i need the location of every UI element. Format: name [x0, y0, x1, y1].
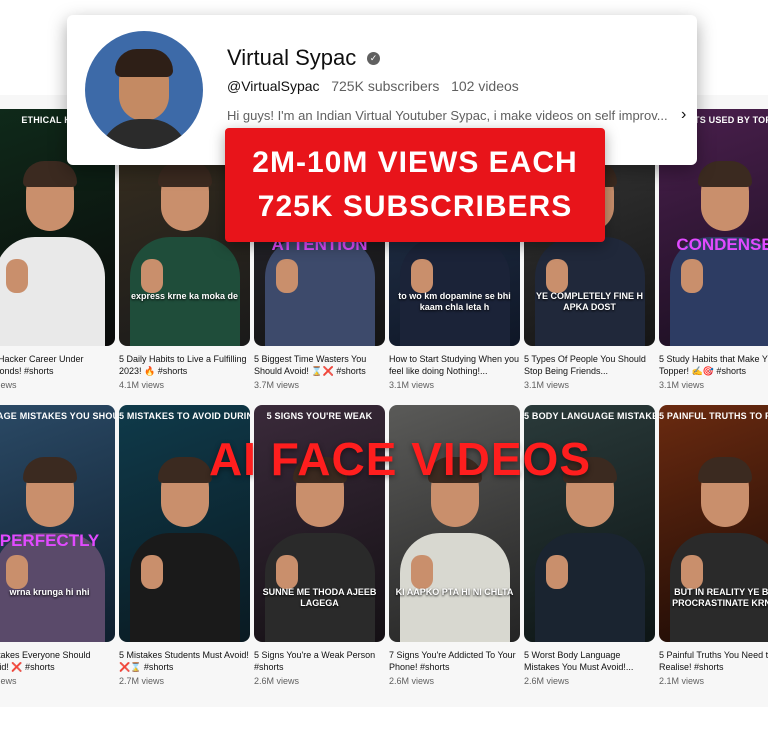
short-title[interactable]: 5 Daily Habits to Live a Fulfilling 2023… [119, 353, 250, 377]
short-title[interactable]: 5 Worst Body Language Mistakes You Must … [524, 649, 655, 673]
short-views: 2.6M views [389, 676, 435, 686]
channel-avatar[interactable] [85, 31, 203, 149]
thumbnail-tag: 5 MISTAKES TO AVOID DURING EXAMS [119, 411, 250, 421]
thumbnail-tag: 5 PAINFUL TRUTHS TO REAL [659, 411, 768, 421]
short-title[interactable]: 5 Types Of People You Should Stop Being … [524, 353, 655, 377]
person-hand [141, 555, 163, 589]
short-title[interactable]: 5 Study Habits that Make Y a Topper! ✍️🎯… [659, 353, 768, 377]
thumbnail-caption: YE COMPLETELY FINE H APKA DOST [535, 291, 644, 313]
subscriber-count: 725K subscribers [331, 78, 440, 94]
thumbnail-caption: to wo km dopamine se bhi kaam chla leta … [398, 291, 511, 313]
short-title[interactable]: 5 Biggest Time Wasters You Should Avoid!… [254, 353, 385, 377]
short-title[interactable]: 7 Signs You're Addicted To Your Phone! #… [389, 649, 520, 673]
short-title[interactable]: 5 Signs You're a Weak Person #shorts [254, 649, 385, 673]
person-hand [276, 259, 298, 293]
thumbnail-big-word: CONDENSE [676, 235, 768, 254]
channel-meta: @VirtualSypac 725K subscribers 102 video… [227, 78, 519, 94]
thumbnail-caption: express krne ka moka de [130, 291, 239, 301]
short-views: 2.7M views [119, 676, 165, 686]
thumbnail-tag: ENAGE MISTAKES YOU SHOULD AVOID [0, 411, 115, 421]
person-hand [411, 259, 433, 293]
short-card[interactable]: 5 PAINFUL TRUTHS TO REAL BUT IN REALITY Y… [659, 405, 768, 686]
person-hand [6, 259, 28, 293]
person-hair [22, 457, 77, 483]
short-thumbnail[interactable]: 5 PAINFUL TRUTHS TO REAL BUT IN REALITY Y… [659, 405, 768, 642]
promo-banner: 2M-10M VIEWS EACH 725K SUBSCRIBERS [225, 128, 605, 242]
short-views: 3.7M views [254, 380, 300, 390]
person-hand [411, 555, 433, 589]
short-title[interactable]: 5 Mistakes Students Must Avoid! ❌⌛ #shor… [119, 649, 250, 673]
person-hand [681, 259, 703, 293]
video-count: 102 videos [451, 78, 519, 94]
channel-name: Virtual Sypac [227, 45, 357, 70]
chevron-right-icon[interactable]: › [681, 106, 686, 124]
person-hair [697, 457, 752, 483]
banner-line-1: 2M-10M VIEWS EACH [252, 146, 578, 179]
thumbnail-caption: KI AAPKO PTA HI NI CHLTA [395, 587, 514, 597]
banner-line-2: 725K SUBSCRIBERS [257, 190, 573, 223]
short-title[interactable]: 5 Painful Truths You Need t Realise! #sh… [659, 649, 768, 673]
short-views: M views [0, 380, 17, 390]
short-card[interactable]: ENAGE MISTAKES YOU SHOULD AVOID PERFECTLY… [0, 405, 115, 686]
person-hand [546, 555, 568, 589]
short-thumbnail[interactable]: ENAGE MISTAKES YOU SHOULD AVOID PERFECTLY… [0, 405, 115, 642]
short-views: M views [0, 676, 17, 686]
person-hand [276, 555, 298, 589]
thumbnail-tag: 5 BODY LANGUAGE MISTAKES TO AVOID [524, 411, 655, 421]
short-title[interactable]: Mistakes Everyone Should Avoid! ❌ #short… [0, 649, 115, 673]
person-hand [6, 555, 28, 589]
short-title[interactable]: How to Start Studying When you feel like… [389, 353, 520, 377]
short-views: 2.1M views [659, 676, 705, 686]
person-hand [681, 555, 703, 589]
verified-check-icon: ✓ [367, 52, 380, 65]
person-hand [141, 259, 163, 293]
short-views: 3.1M views [524, 380, 570, 390]
short-views: 4.1M views [119, 380, 165, 390]
short-views: 3.1M views [389, 380, 435, 390]
short-views: 2.6M views [254, 676, 300, 686]
channel-description[interactable]: Hi guys! I'm an Indian Virtual Youtuber … [227, 108, 668, 123]
channel-handle: @VirtualSypac [227, 78, 320, 94]
short-views: 3.1M views [659, 380, 705, 390]
thumbnail-tag: 5 SIGNS YOU'RE WEAK [266, 411, 373, 421]
overlay-headline: AI FACE VIDEOS [208, 433, 592, 485]
person-hand [546, 259, 568, 293]
thumbnail-caption: BUT IN REALITY YE BA PROCRASTINATE KRNE [672, 587, 768, 609]
thumbnail-caption: wrna krunga hi nhi [9, 587, 90, 597]
thumbnail-caption: SUNNE ME THODA AJEEB LAGEGA [262, 587, 377, 609]
person-hair [697, 161, 752, 187]
short-title[interactable]: cal Hacker Career Under Seconds! #shorts [0, 353, 115, 377]
short-views: 2.6M views [524, 676, 570, 686]
thumbnail-big-word: PERFECTLY [0, 531, 100, 550]
person-hair [22, 161, 77, 187]
